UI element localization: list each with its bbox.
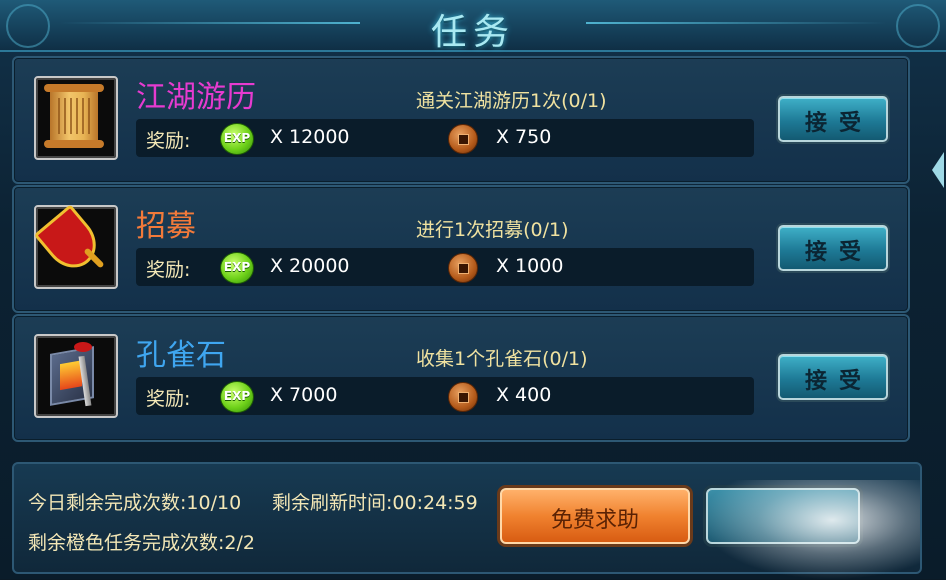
free-help-button-label: 免费求助: [550, 508, 639, 533]
task-window: 任务 江湖游历 通关江湖游历1次(0/1) 奖励: EXP X 12000 X …: [0, 0, 946, 580]
refresh-countdown: 剩余刷新时间:00:24:59: [272, 492, 478, 514]
header-ornament-right: [896, 4, 940, 48]
accept-button-label: 接受: [804, 111, 873, 136]
exp-reward-value: X 7000: [270, 384, 338, 406]
reward-bar: 奖励: EXP X 7000 X 400: [136, 377, 754, 415]
exp-icon: EXP: [220, 123, 254, 155]
window-header: 任务: [0, 0, 946, 53]
accept-button[interactable]: 接受: [778, 225, 888, 271]
task-name: 招募: [136, 209, 196, 244]
reward-label: 奖励:: [146, 388, 191, 410]
reward-bar: 奖励: EXP X 20000 X 1000: [136, 248, 754, 286]
exp-icon-text: EXP: [223, 260, 251, 274]
today-remaining-count: 今日剩余完成次数:10/10: [28, 492, 242, 514]
coin-reward-value: X 1000: [496, 255, 564, 277]
accept-button-label: 接受: [804, 240, 873, 265]
task-name: 江湖游历: [136, 80, 256, 115]
scroll-icon: [34, 76, 118, 160]
task-goal: 通关江湖游历1次(0/1): [416, 90, 607, 112]
task-goal: 进行1次招募(0/1): [416, 219, 569, 241]
exp-icon: EXP: [220, 381, 254, 413]
task-goal: 收集1个孔雀石(0/1): [416, 348, 588, 370]
accept-button-label: 接受: [804, 369, 873, 394]
flag-icon: [33, 204, 118, 289]
secondary-button[interactable]: [706, 488, 860, 544]
coin-icon: [448, 124, 478, 154]
malachite-icon: [34, 334, 118, 418]
free-help-button[interactable]: 免费求助: [500, 488, 690, 544]
orange-task-remaining: 剩余橙色任务完成次数:2/2: [28, 532, 255, 554]
coin-reward-value: X 400: [496, 384, 552, 406]
accept-button[interactable]: 接受: [778, 96, 888, 142]
exp-icon: EXP: [220, 252, 254, 284]
exp-icon-text: EXP: [223, 131, 251, 145]
window-title: 任务: [430, 12, 515, 53]
accept-button[interactable]: 接受: [778, 354, 888, 400]
task-card-jianghu: 江湖游历 通关江湖游历1次(0/1) 奖励: EXP X 12000 X 750…: [12, 56, 910, 184]
header-divider-right: [586, 22, 886, 24]
coin-reward-value: X 750: [496, 126, 552, 148]
coin-icon: [448, 382, 478, 412]
coin-icon: [448, 253, 478, 283]
footer-panel: 今日剩余完成次数:10/10 剩余刷新时间:00:24:59 剩余橙色任务完成次…: [12, 462, 922, 574]
exp-icon-text: EXP: [223, 389, 251, 403]
reward-bar: 奖励: EXP X 12000 X 750: [136, 119, 754, 157]
exp-reward-value: X 20000: [270, 255, 350, 277]
exp-reward-value: X 12000: [270, 126, 350, 148]
task-card-recruit: 招募 进行1次招募(0/1) 奖励: EXP X 20000 X 1000 接受: [12, 185, 910, 313]
reward-label: 奖励:: [146, 130, 191, 152]
side-scroll-arrow-icon[interactable]: [932, 152, 944, 188]
reward-label: 奖励:: [146, 259, 191, 281]
task-name: 孔雀石: [136, 338, 226, 373]
task-card-malachite: 孔雀石 收集1个孔雀石(0/1) 奖励: EXP X 7000 X 400 接受: [12, 314, 910, 442]
